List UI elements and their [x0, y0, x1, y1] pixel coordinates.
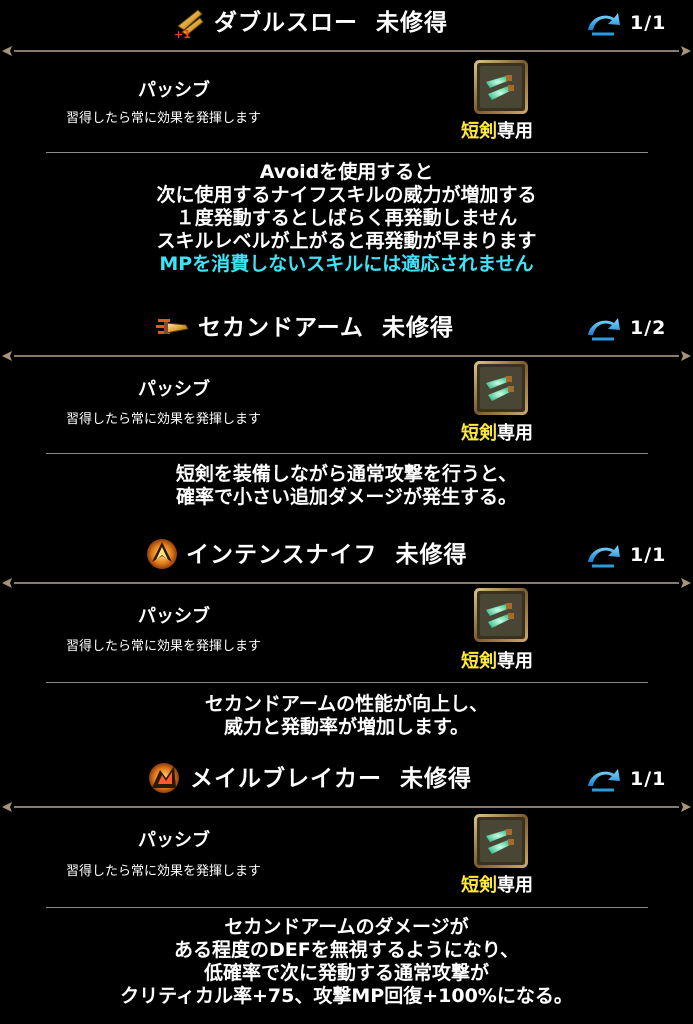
- skill-type-label: パッシブ: [138, 80, 210, 101]
- skill-description-line: １度発動するとしばらく再発動しません: [175, 207, 518, 229]
- skill-description-line: 確率で小さい追加ダメージが発生する。: [175, 486, 518, 508]
- skill-name: メイルブレイカー: [190, 766, 382, 792]
- skill-title: セカンドアーム 未修得: [198, 311, 454, 345]
- skill-type-label: パッシブ: [138, 379, 210, 400]
- section-separator: [46, 907, 648, 908]
- skill-type-description: 習得したら常に効果を発揮します: [66, 412, 262, 427]
- skill-type-description: 習得したら常に効果を発揮します: [66, 111, 262, 126]
- skill-level-up-icon[interactable]: [584, 8, 624, 38]
- svg-text:+1: +1: [174, 28, 191, 40]
- double-throw-icon: +1: [172, 4, 208, 40]
- skill-status: 未修得: [395, 542, 468, 568]
- skill-header: セカンドアーム 未修得 1/2: [0, 305, 693, 351]
- skill-description-line: Avoidを使用すると: [259, 161, 434, 183]
- skill-type-description: 習得したら常に効果を発揮します: [66, 639, 262, 654]
- weapon-type: 短剣: [461, 875, 497, 896]
- skill-type-label: パッシブ: [138, 830, 210, 851]
- skill-level: 1/1: [630, 12, 667, 34]
- skill-description-line: スキルレベルが上がると再発動が早まります: [156, 230, 537, 252]
- skill-description-line: ある程度のDEFを無視するようになり、: [174, 939, 519, 961]
- weapon-exclusive-label: 専用: [497, 423, 533, 444]
- skill-status: 未修得: [381, 315, 454, 341]
- section-separator: [46, 453, 648, 454]
- section-separator: [46, 152, 648, 153]
- skill-level: 1/1: [630, 768, 667, 790]
- skill-status: 未修得: [400, 766, 472, 792]
- skill-title: インテンスナイフ 未修得: [186, 538, 468, 572]
- skill-description-line: クリティカル率+75、攻撃MP回復+100%になる。: [120, 985, 573, 1007]
- weapon-requirement: 短剣専用: [461, 651, 551, 673]
- ornamental-divider: [0, 800, 693, 814]
- skill-level: 1/1: [630, 544, 667, 566]
- ornamental-divider: [0, 349, 693, 363]
- intense-knife-icon: [144, 536, 180, 572]
- skill-level-up-icon[interactable]: [584, 764, 624, 794]
- weapon-type: 短剣: [461, 121, 497, 142]
- skill-header: +1 ダブルスロー 未修得 1/1: [0, 0, 693, 46]
- skill-type-label: パッシブ: [138, 606, 210, 627]
- skill-type-description: 習得したら常に効果を発揮します: [66, 864, 262, 879]
- skill-header: メイルブレイカー 未修得 1/1: [0, 756, 693, 802]
- weapon-exclusive-label: 専用: [497, 875, 533, 896]
- skill-description: 短剣を装備しながら通常攻撃を行うと、 確率で小さい追加ダメージが発生する。: [0, 463, 693, 509]
- dagger-weapon-icon: [474, 814, 528, 868]
- skill-description-line: 短剣を装備しながら通常攻撃を行うと、: [175, 463, 518, 485]
- ornamental-divider: [0, 44, 693, 58]
- ornamental-divider: [0, 576, 693, 590]
- weapon-requirement: 短剣専用: [461, 121, 551, 143]
- skill-description: セカンドアームの性能が向上し、 威力と発動率が増加します。: [0, 693, 693, 739]
- skill-level-up-icon[interactable]: [584, 313, 624, 343]
- dagger-weapon-icon: [474, 588, 528, 642]
- skill-level-up-icon[interactable]: [584, 540, 624, 570]
- skill-description: Avoidを使用すると 次に使用するナイフスキルの威力が増加する １度発動すると…: [0, 161, 693, 276]
- skill-description-line: 威力と発動率が増加します。: [223, 716, 470, 738]
- skill-status: 未修得: [376, 10, 448, 36]
- skill-description: セカンドアームのダメージが ある程度のDEFを無視するようになり、 低確率で次に…: [0, 916, 693, 1008]
- skill-name: ダブルスロー: [214, 10, 358, 36]
- mail-breaker-icon: [146, 760, 182, 796]
- skill-description-line: セカンドアームの性能が向上し、: [204, 693, 489, 715]
- weapon-type: 短剣: [461, 423, 497, 444]
- skill-title: ダブルスロー 未修得: [214, 6, 448, 40]
- skill-name: インテンスナイフ: [186, 542, 378, 568]
- section-separator: [46, 682, 648, 683]
- skill-description-line: 次に使用するナイフスキルの威力が増加する: [156, 184, 537, 206]
- weapon-exclusive-label: 専用: [497, 121, 533, 142]
- dagger-weapon-icon: [474, 361, 528, 415]
- weapon-type: 短剣: [461, 651, 497, 672]
- skill-name: セカンドアーム: [198, 315, 364, 341]
- second-arm-icon: [154, 309, 190, 345]
- weapon-requirement: 短剣専用: [461, 423, 551, 445]
- skill-note: MPを消費しないスキルには適応されません: [159, 253, 534, 275]
- skill-description-line: セカンドアームのダメージが: [224, 916, 469, 938]
- skill-header: インテンスナイフ 未修得 1/1: [0, 532, 693, 578]
- skill-level: 1/2: [630, 317, 667, 339]
- weapon-requirement: 短剣専用: [461, 875, 551, 897]
- skill-description-line: 低確率で次に発動する通常攻撃が: [203, 962, 489, 984]
- dagger-weapon-icon: [474, 60, 528, 114]
- weapon-exclusive-label: 専用: [497, 651, 533, 672]
- skill-title: メイルブレイカー 未修得: [190, 762, 472, 796]
